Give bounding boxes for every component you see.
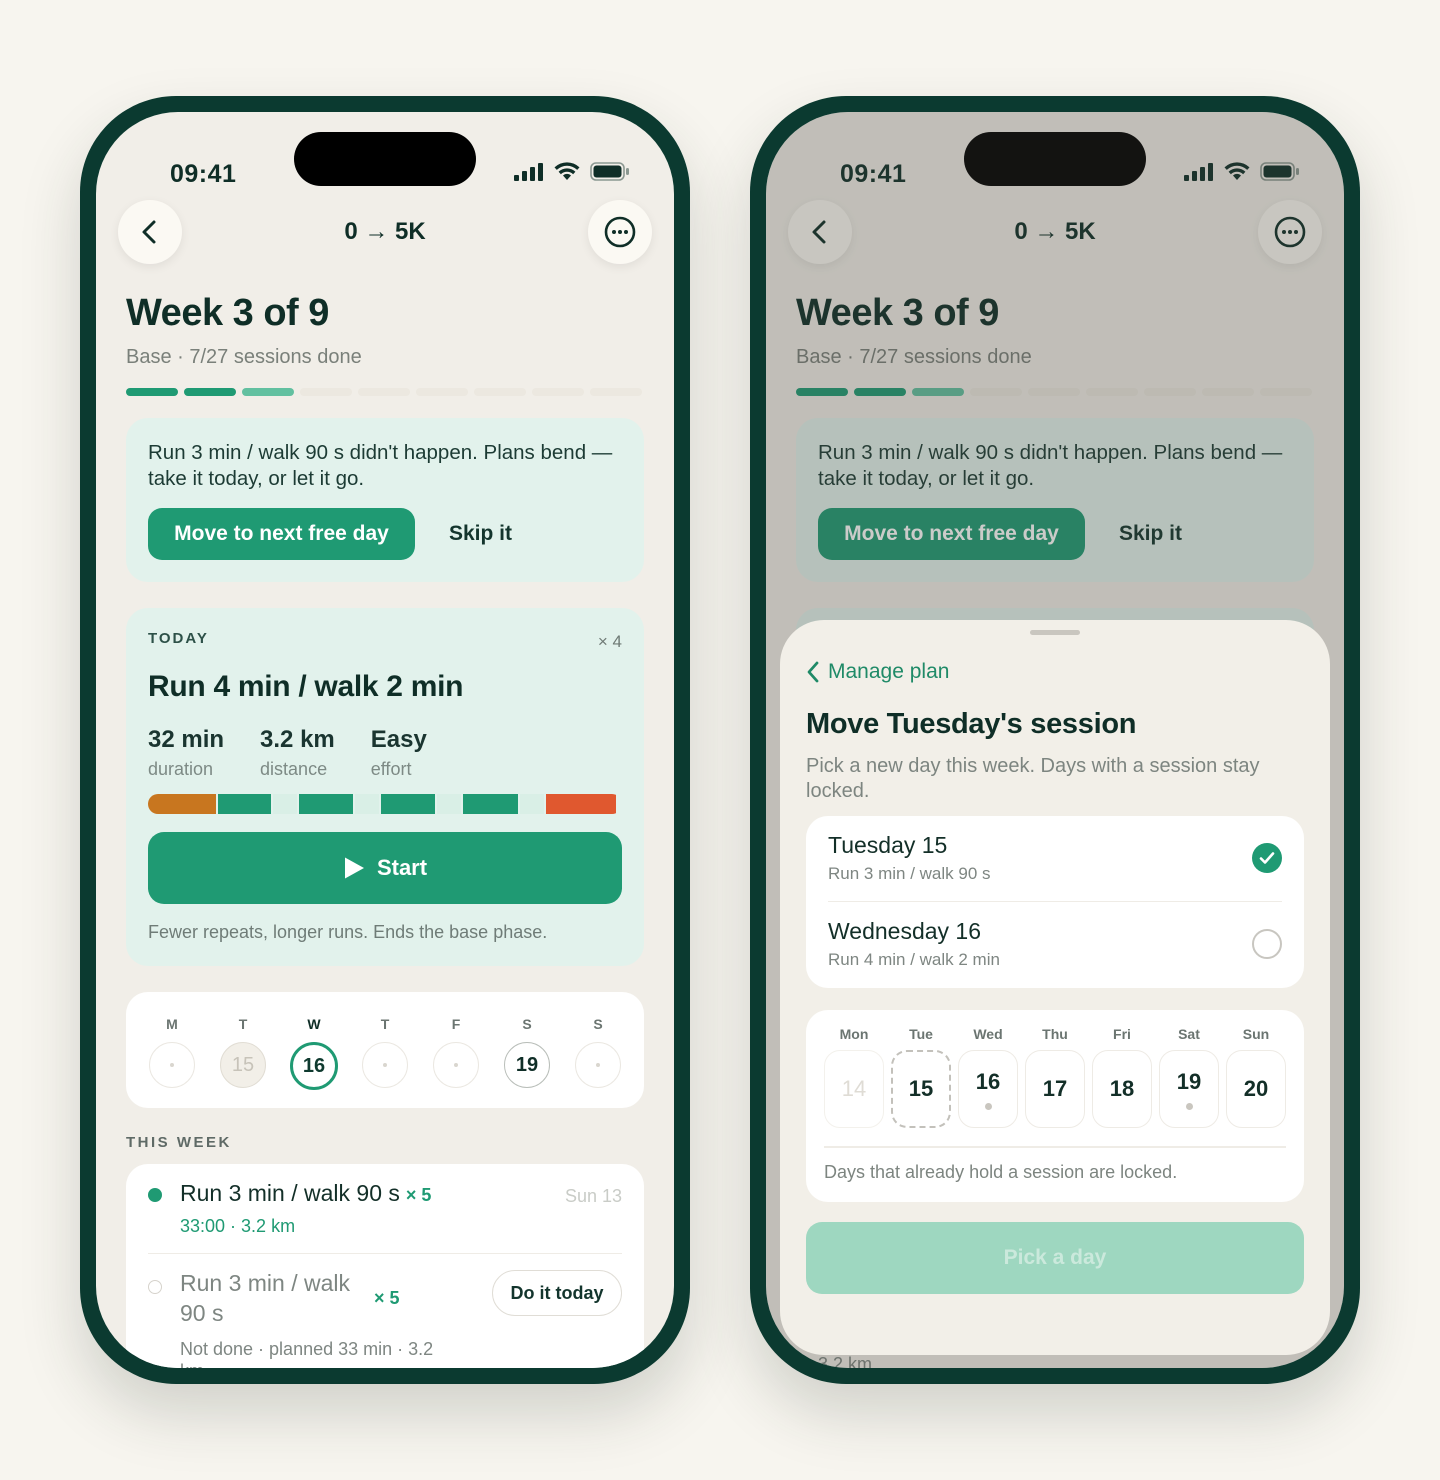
- run-segment: [218, 794, 271, 814]
- option-wednesday[interactable]: Wednesday 16 Run 4 min / walk 2 min: [828, 902, 1282, 988]
- weekday-sun[interactable]: S: [574, 992, 622, 1108]
- session-title: Run 4 min / walk 2 min: [148, 670, 464, 703]
- skip-button[interactable]: Skip it: [449, 522, 512, 546]
- banner-message: Run 3 min / walk 90 s didn't happen. Pla…: [148, 441, 613, 490]
- play-icon: [344, 857, 364, 879]
- weekday-fri[interactable]: F: [432, 992, 480, 1108]
- session-stats: 32 min duration 3.2 km distance Easy effort: [148, 726, 427, 780]
- progress-segment: [126, 388, 178, 396]
- day-sun[interactable]: Sun 20: [1226, 1026, 1286, 1128]
- more-button[interactable]: [588, 200, 652, 264]
- dynamic-island: [294, 132, 476, 186]
- manage-plan-back-link[interactable]: Manage plan: [806, 660, 949, 684]
- day-mon: Mon 14: [824, 1026, 884, 1128]
- interval-bar: [148, 794, 622, 814]
- stat-effort: Easy effort: [370, 726, 427, 779]
- repeat-count: × 5: [374, 1288, 400, 1308]
- repeat-count: × 4: [597, 632, 622, 651]
- start-button[interactable]: Start: [148, 832, 622, 904]
- locked-dot: [984, 1102, 992, 1110]
- progress-segment: [242, 388, 294, 396]
- progress-segment: [590, 388, 642, 396]
- session-meta: Not done · planned 33 min · 3.2 km: [180, 1339, 434, 1368]
- sheet-title: Move Tuesday's session: [806, 708, 1137, 740]
- run-segment: [463, 794, 518, 814]
- cooldown-segment: [546, 794, 616, 814]
- progress-segment: [184, 388, 236, 396]
- cellular-signal-icon: [514, 162, 543, 181]
- option-tuesday[interactable]: Tuesday 15 Run 3 min / walk 90 s: [828, 816, 1282, 902]
- phone-left: 09:41 0 → 5K Week 3 of 9 Base · 7/27 ses…: [80, 96, 690, 1384]
- session-meta: 33:00 · 3.2 km: [180, 1216, 296, 1236]
- run-segment: [299, 794, 353, 814]
- weekday-wed[interactable]: W 16: [290, 992, 338, 1108]
- progress-segment: [532, 388, 584, 396]
- screen-right: 09:41 0 → 5K Week 3 of 9 Base · 7/27 ses…: [766, 112, 1344, 1368]
- weekday-sat[interactable]: S 19: [503, 992, 551, 1108]
- radio-checked-icon[interactable]: [1252, 843, 1282, 873]
- walk-segment: [437, 794, 461, 814]
- day-picker: Mon 14 Tue 15 Wed 16 Thu 17 Fri 18 Sat 19 Sun 2…: [806, 1010, 1304, 1202]
- checkmark-icon: [1259, 852, 1275, 864]
- progress-segment: [416, 388, 468, 396]
- missed-dot: [148, 1280, 162, 1294]
- day-tue: Tue 15: [891, 1026, 951, 1128]
- move-session-sheet: Manage plan Move Tuesday's session Pick …: [780, 620, 1330, 1355]
- session-title: Run 3 min / walk 90 s: [180, 1270, 351, 1326]
- this-week-list: Run 3 min / walk 90 s × 5 33:00 · 3.2 km …: [126, 1164, 644, 1368]
- do-it-today-button[interactable]: Do it today: [492, 1270, 622, 1316]
- day-sat: Sat 19: [1159, 1026, 1219, 1128]
- walk-segment: [355, 794, 379, 814]
- phone-right: 09:41 0 → 5K Week 3 of 9 Base · 7/27 ses…: [750, 96, 1360, 1384]
- pick-a-day-button[interactable]: Pick a day: [806, 1222, 1304, 1294]
- day-thu[interactable]: Thu 17: [1025, 1026, 1085, 1128]
- move-to-next-free-day-button[interactable]: Move to next free day: [148, 508, 415, 560]
- session-options: Tuesday 15 Run 3 min / walk 90 s Wednesd…: [806, 816, 1304, 988]
- list-item[interactable]: Run 3 min / walk 90 s × 5 33:00 · 3.2 km …: [148, 1180, 622, 1254]
- wifi-icon: [554, 162, 580, 180]
- plan-progress-bar: [126, 388, 642, 396]
- sheet-grabber[interactable]: [1030, 630, 1080, 635]
- walk-segment: [273, 794, 297, 814]
- page-subtitle: Base · 7/27 sessions done: [126, 346, 362, 368]
- nav-bar: 0 → 5K: [96, 200, 674, 264]
- session-date: Sun 13: [564, 1186, 622, 1206]
- session-note: Fewer repeats, longer runs. Ends the bas…: [148, 922, 548, 942]
- weekday-tue[interactable]: T 15: [219, 992, 267, 1108]
- week-strip: M T 15 W 16 T F S 19 S: [126, 992, 644, 1108]
- divider: [824, 1146, 1286, 1148]
- status-time: 09:41: [170, 160, 237, 188]
- stat-duration: 32 min duration: [148, 726, 225, 779]
- calendar-note: Days that already hold a session are loc…: [824, 1162, 1178, 1182]
- more-icon: [604, 216, 636, 248]
- radio-unchecked-icon[interactable]: [1252, 929, 1282, 959]
- locked-dot: [1185, 1102, 1193, 1110]
- day-wed: Wed 16: [958, 1026, 1018, 1128]
- start-label: Start: [376, 855, 428, 880]
- stat-distance: 3.2 km distance: [260, 726, 335, 779]
- sheet-subtitle: Pick a new day this week. Days with a se…: [806, 755, 1260, 802]
- screen-left: 09:41 0 → 5K Week 3 of 9 Base · 7/27 ses…: [96, 112, 674, 1368]
- missed-session-banner: Run 3 min / walk 90 s didn't happen. Pla…: [126, 418, 644, 582]
- chevron-left-icon: [807, 661, 819, 683]
- today-label: TODAY: [148, 630, 209, 647]
- status-bar: 09:41: [96, 112, 674, 208]
- completed-dot: [148, 1188, 162, 1202]
- page-title: Week 3 of 9: [126, 292, 329, 334]
- this-week-label: THIS WEEK: [126, 1134, 232, 1151]
- battery-icon: [590, 162, 629, 181]
- today-session-card: TODAY × 4 Run 4 min / walk 2 min 32 min d…: [126, 608, 644, 966]
- progress-segment: [358, 388, 410, 396]
- walk-segment: [520, 794, 544, 814]
- progress-segment: [474, 388, 526, 396]
- warmup-segment: [148, 794, 216, 814]
- weekday-thu[interactable]: T: [361, 992, 409, 1108]
- day-fri[interactable]: Fri 18: [1092, 1026, 1152, 1128]
- weekday-mon[interactable]: M: [148, 992, 196, 1108]
- run-segment: [381, 794, 435, 814]
- progress-segment: [300, 388, 352, 396]
